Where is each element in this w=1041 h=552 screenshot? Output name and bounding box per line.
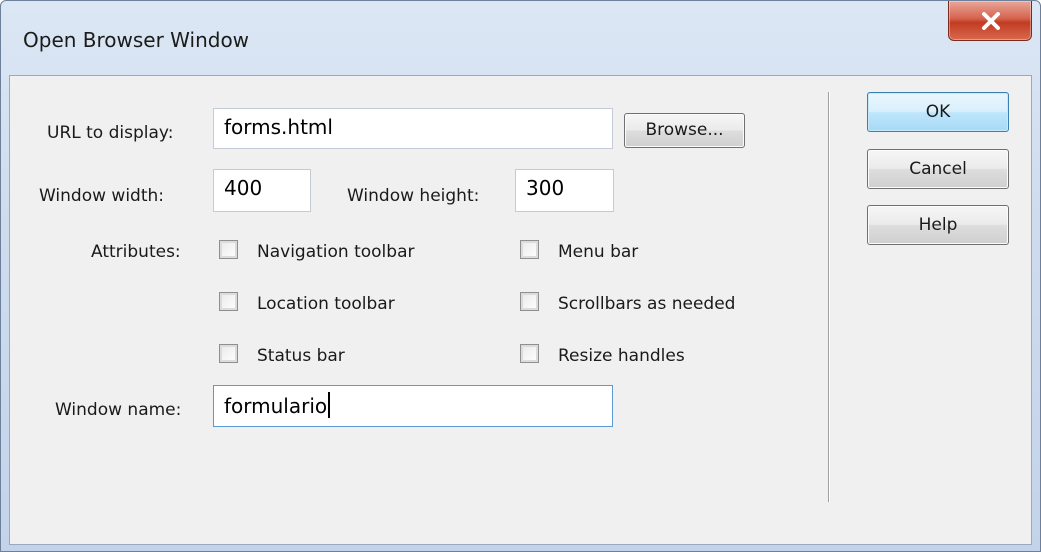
resize-handles-label: Resize handles — [558, 346, 685, 366]
ok-button[interactable]: OK — [867, 92, 1009, 132]
scrollbars-checkbox[interactable] — [520, 292, 539, 311]
window-height-input[interactable]: 300 — [515, 169, 614, 212]
window-width-label: Window width: — [39, 186, 165, 206]
vertical-divider — [828, 92, 829, 502]
dialog-window: Open Browser Window URL to display: form… — [0, 0, 1041, 552]
status-bar-label: Status bar — [257, 346, 345, 366]
attributes-label: Attributes: — [91, 242, 181, 262]
navigation-toolbar-label: Navigation toolbar — [257, 242, 415, 262]
navigation-toolbar-checkbox[interactable] — [219, 240, 238, 259]
close-button[interactable] — [948, 1, 1032, 41]
window-width-input[interactable]: 400 — [213, 169, 311, 212]
location-toolbar-checkbox[interactable] — [219, 292, 238, 311]
window-name-input[interactable]: formulario — [213, 385, 613, 427]
window-name-label: Window name: — [55, 400, 182, 420]
window-height-label: Window height: — [347, 186, 480, 206]
cancel-button[interactable]: Cancel — [867, 149, 1009, 189]
title-bar[interactable]: Open Browser Window — [1, 1, 1040, 75]
menu-bar-label: Menu bar — [558, 242, 639, 262]
url-label: URL to display: — [47, 123, 174, 143]
resize-handles-checkbox[interactable] — [520, 344, 539, 363]
scrollbars-label: Scrollbars as needed — [558, 294, 736, 314]
url-input[interactable]: forms.html — [213, 108, 613, 149]
menu-bar-checkbox[interactable] — [520, 240, 539, 259]
browse-button[interactable]: Browse... — [624, 113, 745, 148]
text-caret — [328, 392, 331, 418]
help-button[interactable]: Help — [867, 205, 1009, 245]
dialog-body: URL to display: forms.html Browse... Win… — [9, 75, 1032, 545]
status-bar-checkbox[interactable] — [219, 344, 238, 363]
location-toolbar-label: Location toolbar — [257, 294, 395, 314]
window-title: Open Browser Window — [23, 28, 250, 52]
window-name-value: formulario — [224, 394, 328, 418]
